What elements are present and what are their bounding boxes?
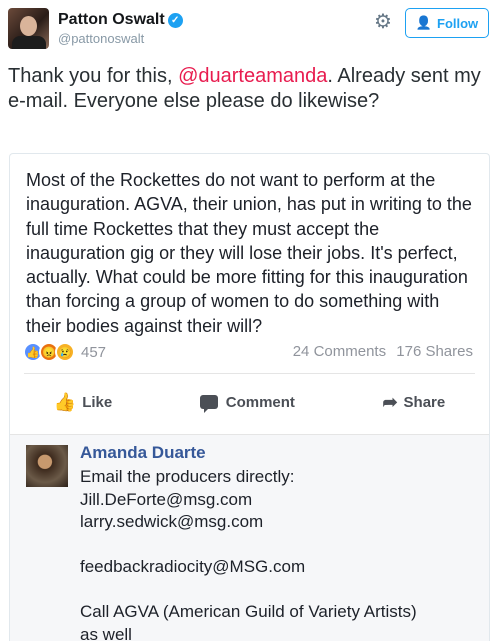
tweet-header: Patton Oswalt ✓ @pattonoswalt ⚙ 👤 Follow: [0, 0, 500, 60]
author-name-text[interactable]: Patton Oswalt: [58, 11, 165, 28]
post-actions: 👍 Like Comment ➦ Share: [10, 385, 489, 419]
divider: [24, 373, 475, 374]
share-button[interactable]: ➦ Share: [382, 385, 445, 419]
comment-line: [80, 579, 480, 602]
share-count[interactable]: 176 Shares: [396, 343, 473, 360]
author-handle[interactable]: @pattonoswalt: [58, 31, 144, 46]
avatar-face: [20, 16, 37, 36]
reactions-summary[interactable]: 👍 😠 😢 457: [23, 341, 106, 363]
tweet-text: Thank you for this, @duarteamanda. Alrea…: [8, 64, 488, 114]
thumbs-up-icon: 👍: [53, 391, 77, 412]
follow-button[interactable]: 👤 Follow: [405, 8, 489, 38]
gear-icon[interactable]: ⚙: [372, 11, 394, 33]
mention-link[interactable]: @duarteamanda: [178, 65, 327, 87]
comment-section: Amanda Duarte Email the producers direct…: [10, 434, 489, 641]
verified-badge-icon: ✓: [167, 13, 183, 28]
comment-line: [80, 534, 480, 557]
comment-line: feedbackradiocity@MSG.com: [80, 557, 306, 576]
share-label: Share: [403, 393, 446, 411]
like-button[interactable]: 👍 Like: [54, 385, 112, 419]
follow-label: Follow: [437, 15, 479, 31]
comment-label: Comment: [225, 393, 295, 411]
comment-count[interactable]: 24 Comments: [293, 343, 386, 360]
tweet-text-before: Thank you for this,: [8, 65, 179, 87]
commenter-name[interactable]: Amanda Duarte: [80, 443, 206, 463]
comment-text: Email the producers directly: Jill.DeFor…: [80, 466, 480, 641]
comment-line: Call AGVA (American Guild of Variety Art…: [80, 602, 417, 621]
comment-line: larry.sedwick@msg.com: [80, 512, 264, 531]
comment-line: Email the producers directly:: [80, 467, 295, 486]
comment-button[interactable]: Comment: [199, 385, 295, 419]
post-stats: 24 Comments 176 Shares: [293, 343, 473, 360]
avatar-shirt: [12, 36, 46, 49]
post-text: Most of the Rockettes do not want to per…: [26, 170, 472, 336]
add-user-icon: 👤: [415, 15, 432, 30]
facebook-post-screenshot: Most of the Rockettes do not want to per…: [9, 153, 490, 641]
author-avatar[interactable]: [8, 8, 49, 49]
comment-line: as well: [80, 624, 132, 641]
author-name[interactable]: Patton Oswalt ✓: [58, 11, 183, 29]
commenter-avatar[interactable]: [26, 445, 68, 487]
reaction-count: 457: [81, 343, 107, 361]
like-label: Like: [82, 393, 113, 411]
share-arrow-icon: ➦: [382, 391, 398, 412]
comment-line: Jill.DeForte@msg.com: [80, 489, 253, 509]
comment-bubble-icon: [199, 395, 218, 413]
sad-reaction-icon: 😢: [55, 342, 75, 362]
